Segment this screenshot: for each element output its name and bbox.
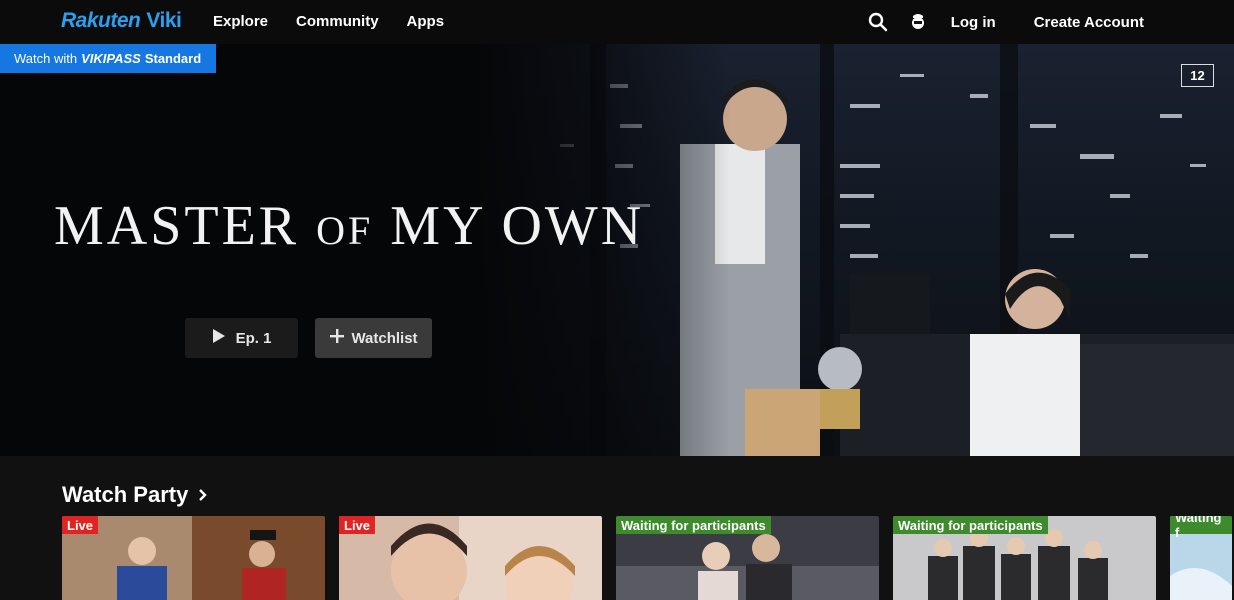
- add-watchlist-button[interactable]: Watchlist: [315, 318, 432, 358]
- chevron-right-icon: [198, 482, 208, 508]
- create-account-link[interactable]: Create Account: [1034, 14, 1144, 31]
- age-rating-badge: 12: [1181, 64, 1214, 87]
- waiting-badge: Waiting f: [1170, 516, 1232, 540]
- watchlist-label: Watchlist: [351, 329, 418, 347]
- watch-party-heading[interactable]: Watch Party: [62, 482, 208, 508]
- waiting-badge: Waiting for participants: [616, 516, 771, 534]
- live-badge: Live: [62, 516, 99, 534]
- section-title-text: Watch Party: [62, 482, 189, 507]
- live-badge: Live: [339, 516, 376, 534]
- nav-right: Log in Create Account: [867, 0, 1144, 44]
- nav-links: Explore Community Apps: [213, 13, 444, 30]
- nav-community[interactable]: Community: [296, 13, 379, 30]
- watch-party-card[interactable]: Live: [62, 516, 325, 600]
- watch-party-card[interactable]: Waiting f: [1170, 516, 1232, 600]
- login-link[interactable]: Log in: [951, 14, 996, 31]
- show-title[interactable]: MASTER OF MY OWN: [54, 194, 644, 258]
- page: Rakuten Viki Explore Community Apps Log …: [0, 0, 1234, 600]
- watch-party-card[interactable]: Waiting for participants: [616, 516, 879, 600]
- pass-brand: VIKIPASS: [81, 51, 141, 66]
- hero-banner[interactable]: Watch with VIKIPASS Standard 12 MASTER O…: [0, 44, 1234, 456]
- nav-apps[interactable]: Apps: [407, 13, 445, 30]
- title-of: OF: [316, 208, 374, 253]
- watch-party-card[interactable]: Live: [339, 516, 602, 600]
- top-nav: Rakuten Viki Explore Community Apps Log …: [0, 0, 1234, 44]
- user-avatar-icon[interactable]: [907, 11, 929, 33]
- title-part-1: MASTER: [54, 195, 300, 257]
- watch-party-cards: Live Live Waiting for participants Waiti…: [62, 516, 1232, 600]
- play-icon: [212, 328, 226, 348]
- title-part-2: MY OWN: [390, 195, 645, 257]
- pass-tier: Standard: [144, 51, 202, 66]
- vikipass-badge[interactable]: Watch with VIKIPASS Standard: [0, 44, 216, 73]
- watch-party-section: Watch Party Live Live Waiting for partic…: [0, 456, 1234, 600]
- watch-party-card[interactable]: Waiting for participants: [893, 516, 1156, 600]
- pass-prefix: Watch with: [14, 51, 78, 66]
- play-episode-label: Ep. 1: [235, 329, 272, 347]
- nav-explore[interactable]: Explore: [213, 13, 268, 30]
- logo-viki: Viki: [146, 9, 182, 32]
- card-thumbnail: [339, 516, 602, 600]
- logo-rakuten: Rakuten: [61, 9, 141, 32]
- search-icon[interactable]: [867, 11, 889, 33]
- waiting-badge: Waiting for participants: [893, 516, 1048, 534]
- play-episode-button[interactable]: Ep. 1: [185, 318, 298, 358]
- rakuten-viki-logo[interactable]: Rakuten Viki: [61, 9, 182, 33]
- plus-icon: [329, 328, 345, 348]
- card-thumbnail: [62, 516, 325, 600]
